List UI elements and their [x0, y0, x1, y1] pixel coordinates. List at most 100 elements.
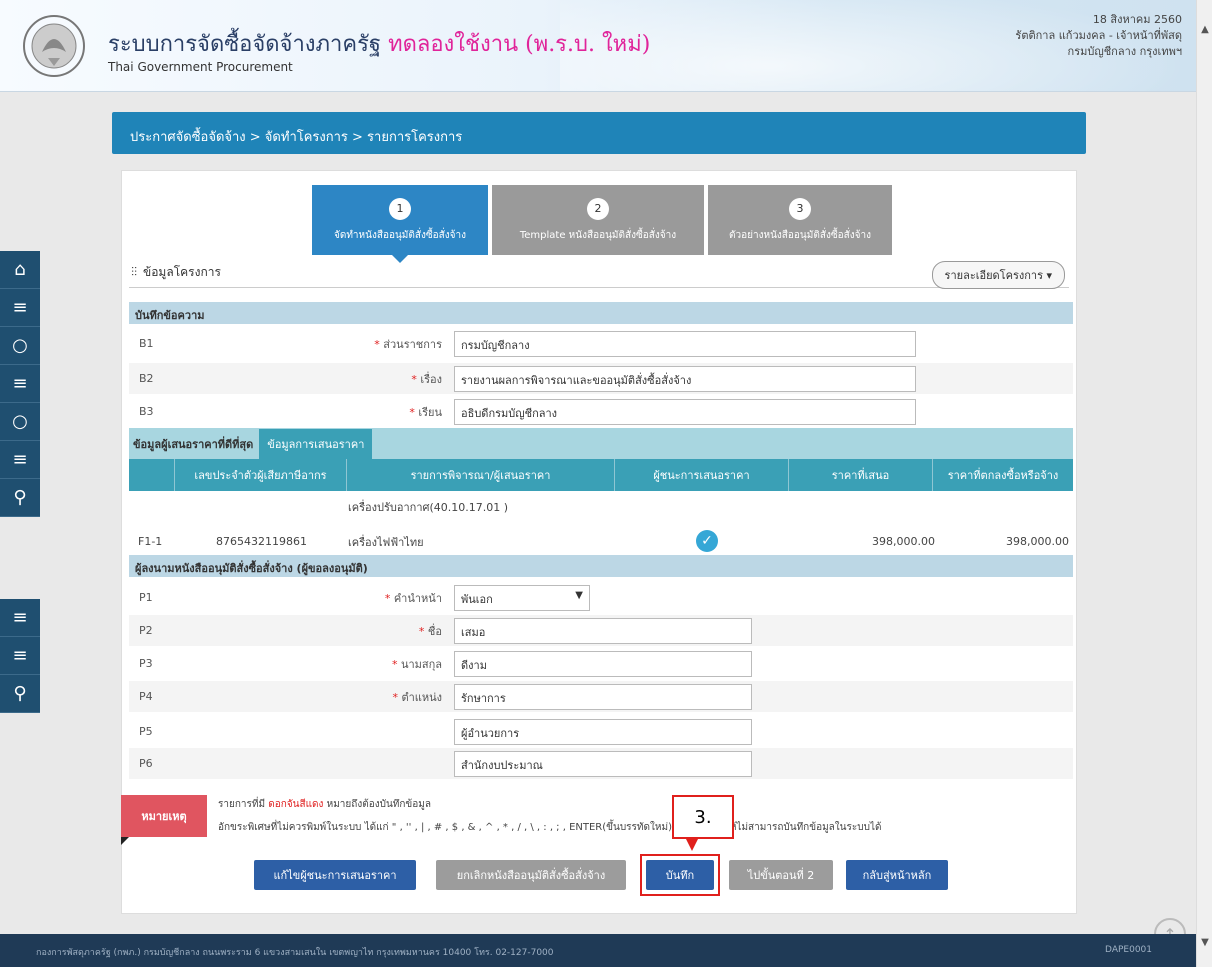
item-group-label: เครื่องปรับอากาศ(40.10.17.01 ) — [348, 501, 509, 514]
tax-id: 8765432119861 — [216, 535, 307, 548]
field-code: B1 — [139, 337, 154, 350]
step-3[interactable]: 3 ตัวอย่างหนังสืออนุมัติสั่งซื้อสั่งจ้าง — [708, 185, 892, 255]
callout-pointer — [686, 839, 698, 851]
addressee-input[interactable]: อธิบดีกรมบัญชีกลาง — [454, 398, 916, 425]
subject-input[interactable]: รายงานผลการพิจารณาและขออนุมัติสั่งซื้อสั… — [454, 365, 916, 392]
first-name-input[interactable]: เสมอ — [454, 617, 752, 644]
site-header: ระบบการจัดซื้อจัดจ้างภาครัฐ ทดลองใช้งาน … — [0, 0, 1196, 92]
field-code: P4 — [139, 690, 153, 703]
step-number: 3 — [789, 197, 811, 220]
step-label: Template หนังสืออนุมัติสั่งซื้อสั่งจ้าง — [519, 229, 677, 241]
step-number: 2 — [587, 197, 609, 220]
position-input[interactable]: รักษาการ — [454, 683, 752, 710]
field-code: P1 — [139, 591, 153, 604]
step-callout: 3. — [672, 795, 734, 839]
field-label: * เรียน — [409, 405, 442, 419]
offer-price: 398,000.00 — [872, 535, 935, 548]
scroll-down-icon[interactable]: ▼ — [1199, 937, 1211, 949]
menu-icon[interactable]: ≡ — [0, 365, 40, 403]
field-code: P6 — [139, 757, 153, 770]
field-label: * เรื่อง — [411, 372, 442, 386]
site-footer: กองการพัสดุภาครัฐ (กพภ.) กรมบัญชีกลาง ถน… — [0, 934, 1196, 967]
position-line3-input[interactable]: สำนักงบประมาณ — [454, 750, 752, 777]
form-row-b1: B1 * ส่วนราชการ กรมบัญชีกลาง — [129, 328, 1073, 359]
step-wizard: 1 จัดทำหนังสืออนุมัติสั่งซื้อสั่งจ้าง 2 … — [312, 185, 892, 263]
next-step-button[interactable]: ไปขั้นตอนที่ 2 — [729, 860, 833, 890]
search-icon[interactable]: ⚲ — [0, 675, 40, 713]
cancel-approval-button[interactable]: ยกเลิกหนังสืออนุมัติสั่งซื้อสั่งจ้าง — [436, 860, 626, 890]
field-code: P5 — [139, 725, 153, 738]
footer-address: กองการพัสดุภาครัฐ (กพภ.) กรมบัญชีกลาง ถน… — [36, 948, 554, 958]
project-detail-button[interactable]: รายละเอียดโครงการ ▾ — [931, 261, 1065, 289]
field-code: P2 — [139, 624, 153, 637]
system-title-main: ระบบการจัดซื้อจัดจ้างภาครัฐ — [108, 32, 382, 57]
vertical-scrollbar[interactable]: ▲ ▼ — [1196, 0, 1212, 967]
scroll-up-icon[interactable]: ▲ — [1199, 24, 1211, 36]
chevron-down-icon: ▼ — [575, 589, 583, 601]
search-icon[interactable]: ⚲ — [0, 479, 40, 517]
form-row-p4: P4 * ตำแหน่ง รักษาการ — [129, 681, 1073, 712]
title-prefix-select[interactable]: พันเอก ▼ — [454, 584, 590, 611]
department-input[interactable]: กรมบัญชีกลาง — [454, 330, 916, 357]
winner-table-header: เลขประจำตัวผู้เสียภาษีอากร รายการพิจารณา… — [129, 459, 1073, 491]
menu-icon[interactable]: ≡ — [0, 441, 40, 479]
field-code: P3 — [139, 657, 153, 670]
step-1[interactable]: 1 จัดทำหนังสืออนุมัติสั่งซื้อสั่งจ้าง — [312, 185, 488, 263]
agreed-price: 398,000.00 — [1006, 535, 1069, 548]
edit-winner-button[interactable]: แก้ไขผู้ชนะการเสนอราคา — [254, 860, 416, 890]
vendor-name: เครื่องไฟฟ้าไทย — [348, 536, 424, 549]
field-label: * ส่วนราชการ — [374, 337, 442, 351]
refresh-icon[interactable]: ○ — [0, 403, 40, 441]
menu-icon[interactable]: ≡ — [0, 289, 40, 327]
last-name-input[interactable]: ดีงาม — [454, 650, 752, 677]
winner-tabs: ข้อมูลผู้เสนอราคาที่ดีที่สุด ข้อมูลการเส… — [129, 428, 1073, 459]
user-info: 18 สิงหาคม 2560 รัตติกาล แก้วมงคล - เจ้า… — [1015, 12, 1182, 60]
form-row-p2: P2 * ชื่อ เสมอ — [129, 615, 1073, 646]
step-label: จัดทำหนังสืออนุมัติสั่งซื้อสั่งจ้าง — [333, 229, 467, 241]
winner-check-icon: ✓ — [696, 530, 718, 552]
approver-section-title: ผู้ลงนามหนังสืออนุมัติสั่งซื้อสั่งจ้าง (… — [129, 555, 1073, 577]
left-quick-nav-top: ⌂ ≡ ○ ≡ ○ ≡ ⚲ — [0, 251, 40, 517]
home-icon[interactable]: ⌂ — [0, 251, 40, 289]
field-label: * คำนำหน้า — [384, 591, 442, 605]
form-row-p5: P5 ผู้อำนวยการ — [129, 716, 1073, 747]
column-header: ราคาที่ตกลงซื้อหรือจ้าง — [947, 469, 1059, 482]
garuda-emblem-logo — [23, 15, 85, 77]
step-number: 1 — [389, 197, 411, 220]
column-header: รายการพิจารณา/ผู้เสนอราคา — [347, 459, 615, 491]
step-2[interactable]: 2 Template หนังสืออนุมัติสั่งซื้อสั่งจ้า… — [492, 185, 704, 255]
field-label: * ตำแหน่ง — [392, 690, 442, 704]
sliders-icon: ⫶⫶ — [131, 265, 138, 279]
position-line2-input[interactable]: ผู้อำนวยการ — [454, 718, 752, 745]
refresh-icon[interactable]: ○ — [0, 327, 40, 365]
page-code: DAPE0001 — [1105, 945, 1152, 955]
note-badge-tail — [121, 837, 129, 845]
memo-section-title: บันทึกข้อความ — [129, 302, 1073, 324]
tab-bid-info[interactable]: ข้อมูลการเสนอราคา — [259, 428, 373, 459]
column-header: ราคาที่เสนอ — [789, 459, 933, 491]
row-code: F1-1 — [138, 535, 163, 548]
project-info-header: ⫶⫶ ข้อมูลโครงการ รายละเอียดโครงการ ▾ — [129, 258, 1069, 289]
note-badge: หมายเหตุ — [121, 795, 207, 837]
header-org: กรมบัญชีกลาง กรุงเทพฯ — [1067, 45, 1182, 58]
form-row-p6: P6 สำนักงบประมาณ — [129, 748, 1073, 779]
menu-icon[interactable]: ≡ — [0, 637, 40, 675]
back-home-button[interactable]: กลับสู่หน้าหลัก — [846, 860, 948, 890]
step-label: ตัวอย่างหนังสืออนุมัติสั่งซื้อสั่งจ้าง — [729, 229, 871, 241]
note-line-1: รายการที่มี ดอกจันสีแดง หมายถึงต้องบันทึ… — [218, 799, 431, 810]
field-label: * ชื่อ — [418, 624, 442, 638]
header-blank — [129, 459, 175, 491]
tab-best-bidder[interactable]: ข้อมูลผู้เสนอราคาที่ดีที่สุด — [129, 435, 253, 453]
field-label: * นามสกุล — [391, 657, 442, 671]
system-title-trial: ทดลองใช้งาน (พ.ร.บ. ใหม่) — [388, 32, 651, 57]
note-line-2: อักขระพิเศษที่ไม่ควรพิมพ์ในระบบ ได้แก่ "… — [218, 822, 882, 833]
form-row-b3: B3 * เรียน อธิบดีกรมบัญชีกลาง — [129, 396, 1073, 427]
breadcrumb: ประกาศจัดซื้อจัดจ้าง > จัดทำโครงการ > รา… — [112, 112, 1086, 154]
menu-icon[interactable]: ≡ — [0, 599, 40, 637]
field-code: B2 — [139, 372, 154, 385]
section-title: ข้อมูลโครงการ — [143, 265, 221, 279]
form-row-b2: B2 * เรื่อง รายงานผลการพิจารณาและขออนุมั… — [129, 363, 1073, 394]
save-highlight-box — [640, 854, 720, 896]
header-user: รัตติกาล แก้วมงคล - เจ้าหน้าที่พัสดุ — [1015, 29, 1182, 42]
left-quick-nav-bottom: ≡ ≡ ⚲ — [0, 599, 40, 713]
